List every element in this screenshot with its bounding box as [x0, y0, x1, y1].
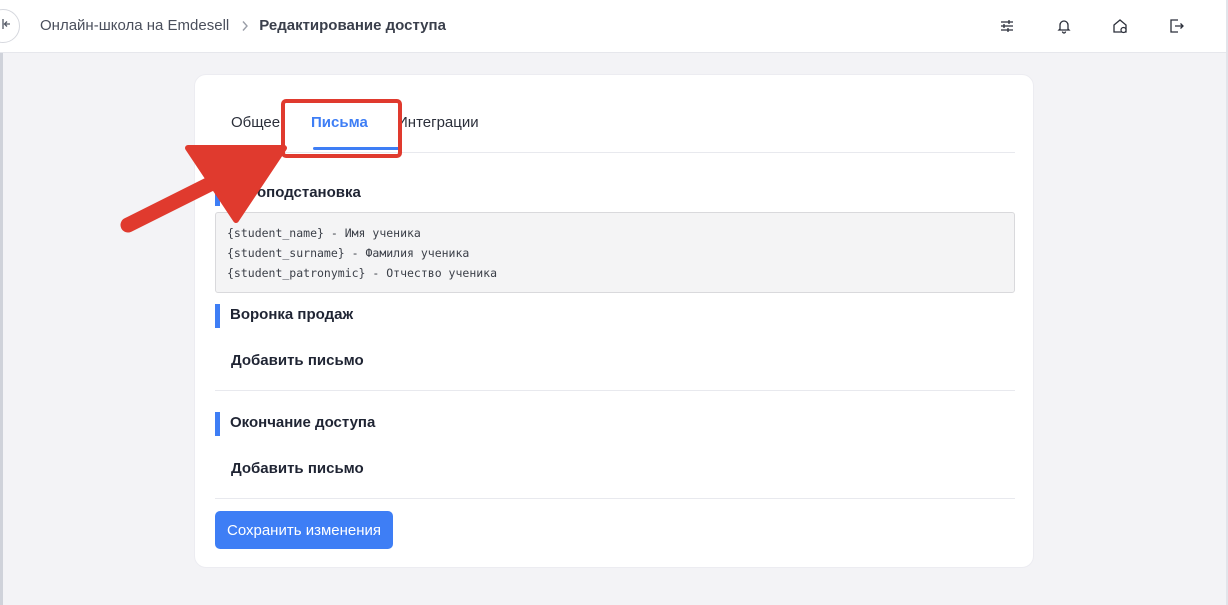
tab-integrations[interactable]: Интеграции	[397, 114, 479, 131]
divider	[215, 498, 1015, 499]
section-title-text: Автоподстановка	[230, 184, 361, 201]
collapse-sidebar-icon	[1, 17, 11, 35]
sliders-icon[interactable]	[996, 15, 1018, 37]
section-accent-bar	[215, 412, 220, 436]
bell-icon[interactable]	[1053, 15, 1075, 37]
divider	[215, 390, 1015, 391]
section-title-access-end: Окончание доступа	[215, 412, 376, 436]
tab-general[interactable]: Общее	[231, 114, 280, 131]
variable-line: {student_surname} - Фамилия ученика	[227, 246, 470, 260]
variable-line: {student_name} - Имя ученика	[227, 226, 421, 240]
breadcrumb-root-link[interactable]: Онлайн-школа на Emdesell	[40, 17, 229, 34]
add-letter-funnel-button[interactable]: Добавить письмо	[231, 352, 364, 369]
chevron-right-icon	[241, 20, 249, 32]
collapse-sidebar-button[interactable]	[0, 9, 20, 43]
section-title-sales-funnel: Воронка продаж	[215, 304, 354, 328]
breadcrumb-current: Редактирование доступа	[259, 17, 446, 34]
annotation-highlight-box	[281, 99, 402, 158]
add-letter-access-end-button[interactable]: Добавить письмо	[231, 460, 364, 477]
breadcrumb: Онлайн-школа на Emdesell Редактирование …	[40, 17, 446, 34]
section-accent-bar	[215, 182, 220, 206]
save-changes-button[interactable]: Сохранить изменения	[215, 511, 393, 549]
substitution-variables-box: {student_name} - Имя ученика {student_su…	[215, 212, 1015, 293]
section-title-text: Окончание доступа	[230, 414, 376, 431]
logout-icon[interactable]	[1166, 15, 1188, 37]
sidebar-edge	[0, 53, 3, 605]
top-bar: Онлайн-школа на Emdesell Редактирование …	[0, 0, 1228, 53]
section-accent-bar	[215, 304, 220, 328]
variable-line: {student_patronymic} - Отчество ученика	[227, 266, 498, 280]
section-title-autosubstitution: Автоподстановка	[215, 182, 361, 206]
home-settings-icon[interactable]	[1109, 15, 1131, 37]
section-title-text: Воронка продаж	[230, 306, 354, 323]
